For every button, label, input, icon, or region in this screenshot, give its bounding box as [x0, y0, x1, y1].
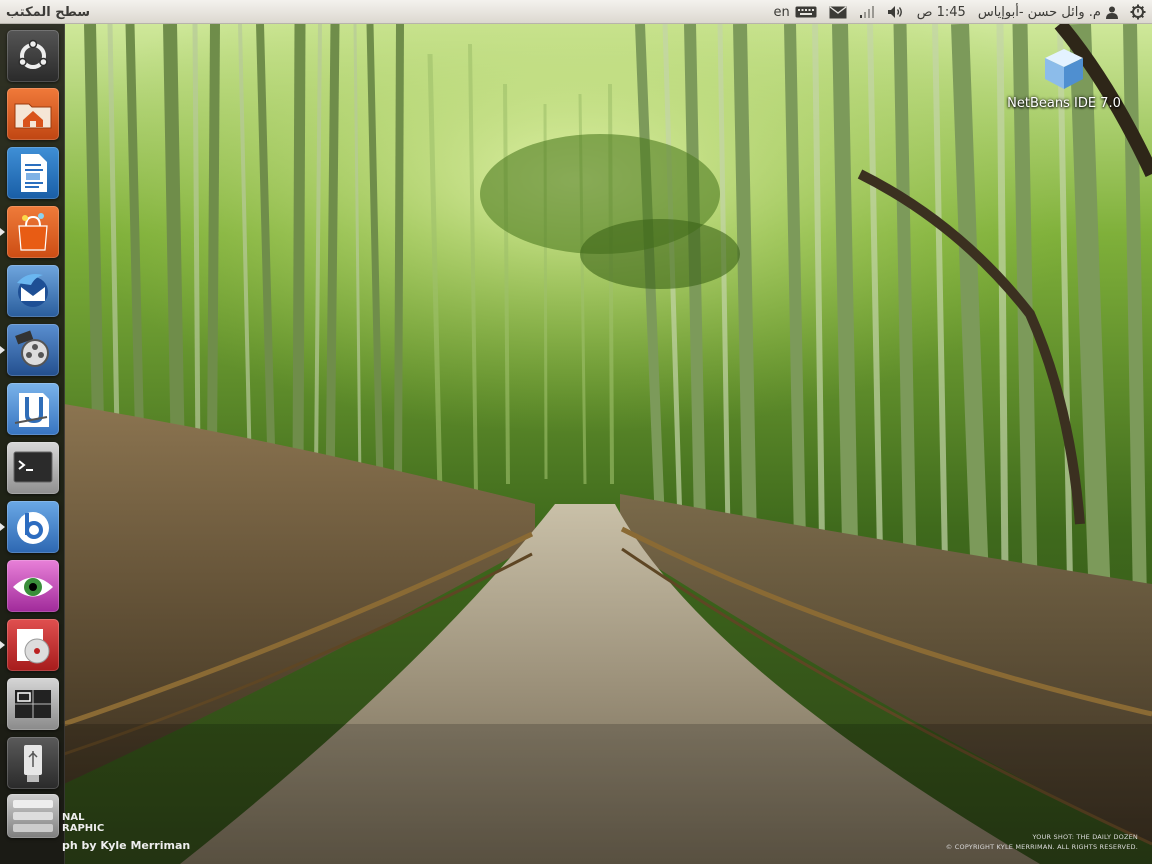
desktop-icon-netbeans[interactable]: NetBeans IDE 7.0 [1004, 44, 1124, 124]
wallpaper-brand-line2: RAPHIC [62, 823, 105, 834]
wallpaper-brand: NAL RAPHIC [62, 812, 104, 834]
messaging-indicator[interactable] [823, 0, 853, 24]
running-indicator [0, 228, 5, 236]
user-icon [1106, 6, 1118, 19]
launcher-web-editor[interactable] [7, 383, 59, 435]
envelope-icon [829, 5, 847, 18]
desktop-icon-label: NetBeans IDE 7.0 [1007, 96, 1121, 111]
desktop-wallpaper [0, 24, 1152, 864]
wallpaper-series: YOUR SHOT: THE DAILY DOZEN [1032, 833, 1138, 841]
wallpaper-brand-line1: NAL [62, 812, 85, 823]
video-editor-icon [15, 330, 49, 367]
gear-power-icon [1130, 4, 1146, 20]
bluefish-icon [17, 512, 49, 544]
launcher-home-folder[interactable] [7, 88, 59, 140]
launcher-disc-burner[interactable] [7, 619, 59, 671]
launcher-thunderbird[interactable] [7, 265, 59, 317]
launcher-ubuntu-home[interactable] [7, 30, 59, 82]
running-indicator [0, 641, 5, 649]
top-panel: سطح المكتب م. وائل حسن -أبوإياس 1:45 ص e… [0, 0, 1152, 24]
running-indicator [0, 523, 5, 531]
document-writer-icon [21, 154, 47, 192]
user-name: م. وائل حسن -أبوإياس [977, 4, 1101, 20]
launcher-software-center[interactable] [7, 206, 59, 258]
launcher-usb-drive[interactable] [7, 737, 59, 789]
launcher-xsane[interactable] [7, 560, 59, 612]
web-editor-icon [14, 393, 49, 427]
keyboard-icon [795, 6, 817, 18]
launcher-bluefish[interactable] [7, 501, 59, 553]
thunderbird-icon [17, 274, 48, 307]
trash-icon [13, 800, 53, 832]
unity-launcher [0, 24, 65, 864]
launcher-workspace-switcher[interactable] [7, 678, 59, 730]
launcher-trash[interactable] [7, 794, 59, 838]
shopping-bag-icon [18, 213, 48, 251]
workspace-switcher-icon [15, 690, 51, 718]
active-app-title[interactable]: سطح المكتب [6, 5, 90, 20]
usb-drive-icon [24, 745, 42, 782]
clock-time: 1:45 ص [916, 4, 966, 20]
wallpaper-copyright-line: © COPYRIGHT KYLE MERRIMAN. ALL RIGHTS RE… [945, 843, 1138, 851]
terminal-icon [13, 451, 53, 483]
launcher-terminal[interactable] [7, 442, 59, 494]
wallpaper-copyright: YOUR SHOT: THE DAILY DOZEN © COPYRIGHT K… [920, 832, 1138, 852]
running-indicator [0, 346, 5, 354]
eye-icon [13, 577, 53, 597]
home-folder-icon [14, 103, 52, 129]
launcher-libreoffice-writer[interactable] [7, 147, 59, 199]
disc-burner-icon [17, 629, 50, 664]
keyboard-layout-code: en [773, 4, 790, 20]
user-menu[interactable]: م. وائل حسن -أبوإياس [972, 0, 1124, 24]
signal-bars-icon [859, 6, 874, 18]
netbeans-cube-icon [1045, 49, 1083, 89]
keyboard-layout-indicator[interactable]: en [768, 0, 823, 24]
network-indicator[interactable] [853, 0, 881, 24]
sound-indicator[interactable] [881, 0, 911, 24]
speaker-volume-icon [887, 6, 902, 18]
wallpaper-photographer: ph by Kyle Merriman [62, 839, 191, 852]
clock-indicator[interactable]: 1:45 ص [911, 0, 972, 24]
ubuntu-logo-icon [18, 39, 48, 69]
session-menu[interactable] [1124, 0, 1152, 24]
launcher-video-editor[interactable] [7, 324, 59, 376]
